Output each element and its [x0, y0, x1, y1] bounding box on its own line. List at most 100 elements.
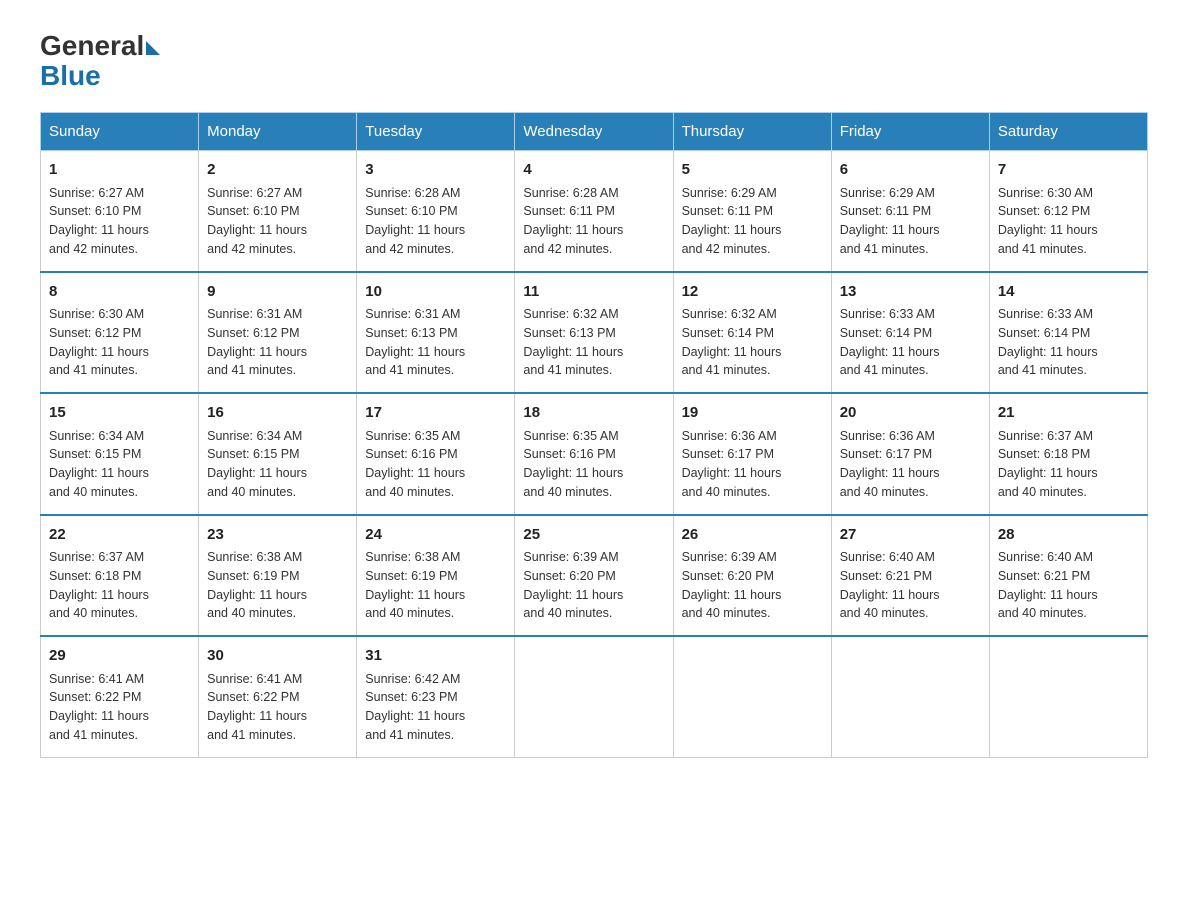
calendar-day-cell: 22Sunrise: 6:37 AMSunset: 6:18 PMDayligh… — [41, 515, 199, 637]
calendar-day-cell: 27 Sunrise: 6:40 AMSunset: 6:21 PMDayligh… — [831, 515, 989, 637]
day-number: 22 — [49, 524, 190, 547]
day-info: Sunrise: 6:28 AMSunset: 6:11 PMDaylight:… — [523, 186, 623, 256]
day-info: Sunrise: 6:40 AMSunset: 6:21 PMDaylight:… — [998, 550, 1098, 620]
column-header-monday: Monday — [199, 113, 357, 151]
day-info: Sunrise: 6:39 AMSunset: 6:20 PMDaylight:… — [523, 550, 623, 620]
day-number: 29 — [49, 645, 190, 668]
calendar-day-cell: 6 Sunrise: 6:29 AMSunset: 6:11 PMDaylight… — [831, 151, 989, 272]
day-info: Sunrise: 6:41 AMSunset: 6:22 PMDaylight:… — [207, 672, 307, 742]
day-number: 26 — [682, 524, 823, 547]
calendar-empty-cell — [673, 636, 831, 757]
calendar-day-cell: 15Sunrise: 6:34 AMSunset: 6:15 PMDayligh… — [41, 393, 199, 515]
calendar-day-cell: 10 Sunrise: 6:31 AMSunset: 6:13 PMDayligh… — [357, 272, 515, 394]
calendar-day-cell: 8 Sunrise: 6:30 AMSunset: 6:12 PMDaylight… — [41, 272, 199, 394]
day-number: 9 — [207, 281, 348, 304]
day-info: Sunrise: 6:27 AMSunset: 6:10 PMDaylight:… — [49, 186, 149, 256]
calendar-week-row: 22Sunrise: 6:37 AMSunset: 6:18 PMDayligh… — [41, 515, 1148, 637]
column-header-thursday: Thursday — [673, 113, 831, 151]
day-number: 21 — [998, 402, 1139, 425]
day-info: Sunrise: 6:29 AMSunset: 6:11 PMDaylight:… — [840, 186, 940, 256]
logo-arrow-icon — [146, 41, 160, 55]
day-number: 18 — [523, 402, 664, 425]
day-info: Sunrise: 6:33 AMSunset: 6:14 PMDaylight:… — [998, 307, 1098, 377]
day-info: Sunrise: 6:30 AMSunset: 6:12 PMDaylight:… — [49, 307, 149, 377]
column-header-wednesday: Wednesday — [515, 113, 673, 151]
calendar-day-cell: 18 Sunrise: 6:35 AMSunset: 6:16 PMDayligh… — [515, 393, 673, 515]
calendar-week-row: 1 Sunrise: 6:27 AMSunset: 6:10 PMDaylight… — [41, 151, 1148, 272]
day-number: 8 — [49, 281, 190, 304]
calendar-day-cell: 5 Sunrise: 6:29 AMSunset: 6:11 PMDaylight… — [673, 151, 831, 272]
calendar-day-cell: 24 Sunrise: 6:38 AMSunset: 6:19 PMDayligh… — [357, 515, 515, 637]
day-number: 13 — [840, 281, 981, 304]
day-number: 30 — [207, 645, 348, 668]
day-number: 24 — [365, 524, 506, 547]
calendar-day-cell: 20 Sunrise: 6:36 AMSunset: 6:17 PMDayligh… — [831, 393, 989, 515]
calendar-day-cell: 13Sunrise: 6:33 AMSunset: 6:14 PMDayligh… — [831, 272, 989, 394]
day-number: 6 — [840, 159, 981, 182]
day-number: 7 — [998, 159, 1139, 182]
day-number: 11 — [523, 281, 664, 304]
day-info: Sunrise: 6:27 AMSunset: 6:10 PMDaylight:… — [207, 186, 307, 256]
calendar-day-cell: 17 Sunrise: 6:35 AMSunset: 6:16 PMDayligh… — [357, 393, 515, 515]
day-info: Sunrise: 6:32 AMSunset: 6:14 PMDaylight:… — [682, 307, 782, 377]
calendar-day-cell: 16 Sunrise: 6:34 AMSunset: 6:15 PMDayligh… — [199, 393, 357, 515]
day-number: 12 — [682, 281, 823, 304]
day-number: 17 — [365, 402, 506, 425]
calendar-week-row: 8 Sunrise: 6:30 AMSunset: 6:12 PMDaylight… — [41, 272, 1148, 394]
day-number: 14 — [998, 281, 1139, 304]
day-number: 2 — [207, 159, 348, 182]
day-info: Sunrise: 6:36 AMSunset: 6:17 PMDaylight:… — [682, 429, 782, 499]
day-info: Sunrise: 6:40 AMSunset: 6:21 PMDaylight:… — [840, 550, 940, 620]
day-number: 1 — [49, 159, 190, 182]
day-info: Sunrise: 6:28 AMSunset: 6:10 PMDaylight:… — [365, 186, 465, 256]
day-number: 20 — [840, 402, 981, 425]
day-number: 23 — [207, 524, 348, 547]
calendar-day-cell: 19Sunrise: 6:36 AMSunset: 6:17 PMDayligh… — [673, 393, 831, 515]
calendar-day-cell: 12 Sunrise: 6:32 AMSunset: 6:14 PMDayligh… — [673, 272, 831, 394]
day-info: Sunrise: 6:39 AMSunset: 6:20 PMDaylight:… — [682, 550, 782, 620]
day-number: 27 — [840, 524, 981, 547]
day-info: Sunrise: 6:35 AMSunset: 6:16 PMDaylight:… — [523, 429, 623, 499]
day-number: 16 — [207, 402, 348, 425]
day-info: Sunrise: 6:34 AMSunset: 6:15 PMDaylight:… — [49, 429, 149, 499]
calendar-day-cell: 21Sunrise: 6:37 AMSunset: 6:18 PMDayligh… — [989, 393, 1147, 515]
calendar-day-cell: 2 Sunrise: 6:27 AMSunset: 6:10 PMDaylight… — [199, 151, 357, 272]
calendar-header-row: SundayMondayTuesdayWednesdayThursdayFrid… — [41, 113, 1148, 151]
calendar-empty-cell — [515, 636, 673, 757]
calendar-day-cell: 25 Sunrise: 6:39 AMSunset: 6:20 PMDayligh… — [515, 515, 673, 637]
day-number: 4 — [523, 159, 664, 182]
day-info: Sunrise: 6:29 AMSunset: 6:11 PMDaylight:… — [682, 186, 782, 256]
calendar-day-cell: 7 Sunrise: 6:30 AMSunset: 6:12 PMDaylight… — [989, 151, 1147, 272]
calendar-day-cell: 28Sunrise: 6:40 AMSunset: 6:21 PMDayligh… — [989, 515, 1147, 637]
day-number: 3 — [365, 159, 506, 182]
day-number: 5 — [682, 159, 823, 182]
day-info: Sunrise: 6:32 AMSunset: 6:13 PMDaylight:… — [523, 307, 623, 377]
page-header: General Blue — [40, 30, 1148, 92]
day-info: Sunrise: 6:38 AMSunset: 6:19 PMDaylight:… — [207, 550, 307, 620]
day-info: Sunrise: 6:30 AMSunset: 6:12 PMDaylight:… — [998, 186, 1098, 256]
day-info: Sunrise: 6:36 AMSunset: 6:17 PMDaylight:… — [840, 429, 940, 499]
calendar-day-cell: 1 Sunrise: 6:27 AMSunset: 6:10 PMDaylight… — [41, 151, 199, 272]
column-header-tuesday: Tuesday — [357, 113, 515, 151]
calendar-empty-cell — [989, 636, 1147, 757]
column-header-friday: Friday — [831, 113, 989, 151]
day-info: Sunrise: 6:34 AMSunset: 6:15 PMDaylight:… — [207, 429, 307, 499]
day-number: 10 — [365, 281, 506, 304]
day-info: Sunrise: 6:31 AMSunset: 6:12 PMDaylight:… — [207, 307, 307, 377]
column-header-saturday: Saturday — [989, 113, 1147, 151]
day-info: Sunrise: 6:38 AMSunset: 6:19 PMDaylight:… — [365, 550, 465, 620]
calendar-empty-cell — [831, 636, 989, 757]
day-info: Sunrise: 6:35 AMSunset: 6:16 PMDaylight:… — [365, 429, 465, 499]
calendar-day-cell: 14 Sunrise: 6:33 AMSunset: 6:14 PMDayligh… — [989, 272, 1147, 394]
calendar-table: SundayMondayTuesdayWednesdayThursdayFrid… — [40, 112, 1148, 758]
day-info: Sunrise: 6:41 AMSunset: 6:22 PMDaylight:… — [49, 672, 149, 742]
calendar-week-row: 29 Sunrise: 6:41 AMSunset: 6:22 PMDayligh… — [41, 636, 1148, 757]
calendar-day-cell: 11 Sunrise: 6:32 AMSunset: 6:13 PMDayligh… — [515, 272, 673, 394]
calendar-day-cell: 3 Sunrise: 6:28 AMSunset: 6:10 PMDaylight… — [357, 151, 515, 272]
day-number: 25 — [523, 524, 664, 547]
calendar-day-cell: 9 Sunrise: 6:31 AMSunset: 6:12 PMDaylight… — [199, 272, 357, 394]
day-info: Sunrise: 6:31 AMSunset: 6:13 PMDaylight:… — [365, 307, 465, 377]
day-info: Sunrise: 6:42 AMSunset: 6:23 PMDaylight:… — [365, 672, 465, 742]
logo-general-text: General — [40, 30, 144, 62]
calendar-day-cell: 4 Sunrise: 6:28 AMSunset: 6:11 PMDaylight… — [515, 151, 673, 272]
